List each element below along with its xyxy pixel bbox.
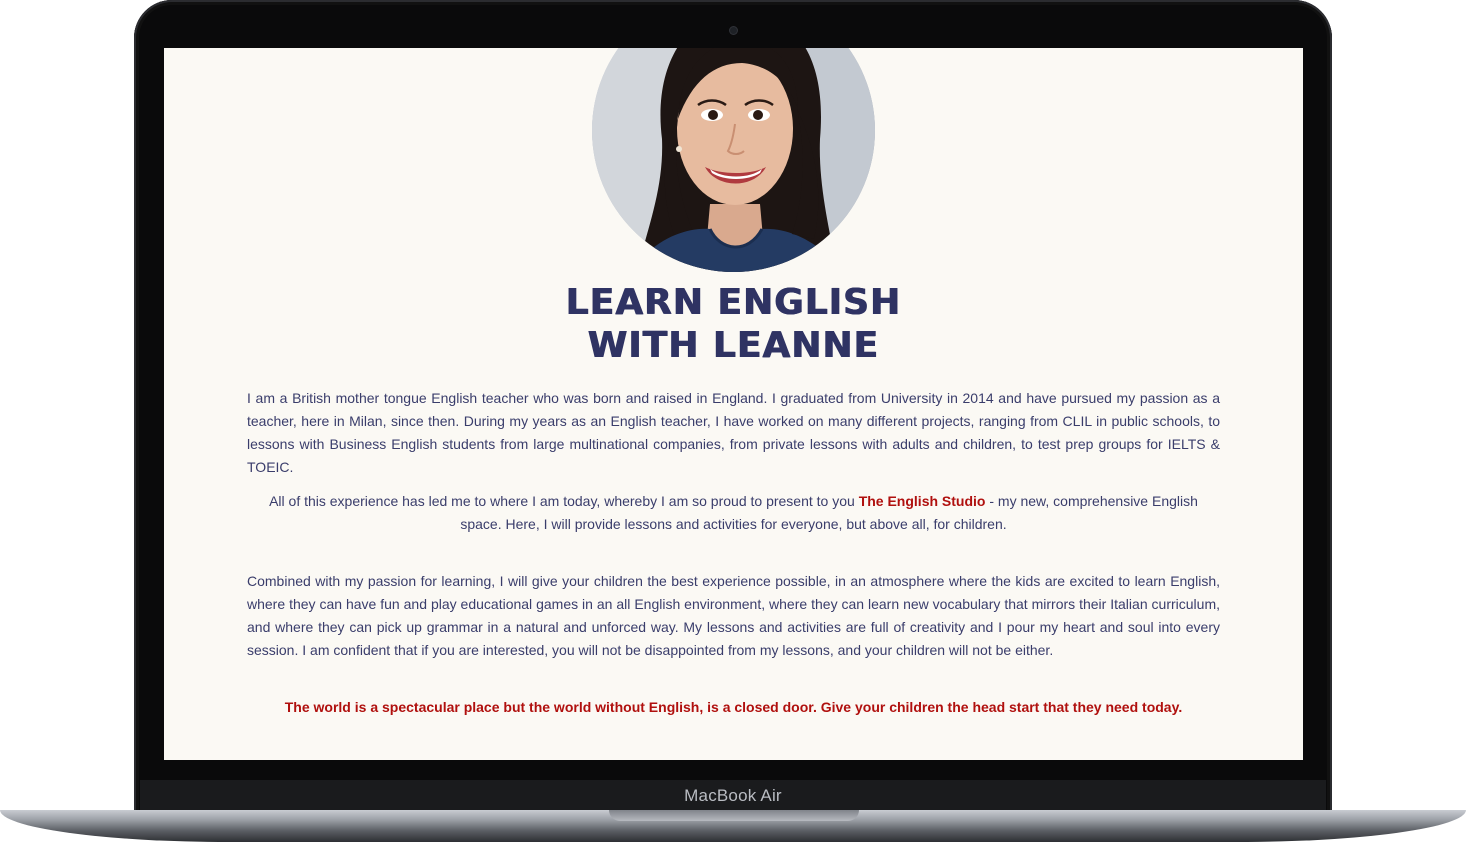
- studio-paragraph-before: All of this experience has led me to whe…: [269, 493, 859, 509]
- laptop-notch: [609, 810, 859, 821]
- page-title: LEARN ENGLISH WITH LEANNE: [164, 281, 1303, 367]
- intro-paragraph: I am a British mother tongue English tea…: [247, 390, 1220, 475]
- device-label: MacBook Air: [684, 786, 782, 805]
- title-line-1: LEARN ENGLISH: [565, 282, 902, 323]
- camera-icon: [730, 27, 737, 34]
- passion-paragraph: Combined with my passion for learning, I…: [247, 573, 1220, 658]
- title-line-2: WITH LEANNE: [587, 325, 880, 366]
- device-mockup: LEARN ENGLISH WITH LEANNE I am a British…: [0, 0, 1466, 842]
- profile-photo: [592, 48, 875, 272]
- studio-paragraph: All of this experience has led me to whe…: [247, 490, 1220, 536]
- web-page: LEARN ENGLISH WITH LEANNE I am a British…: [164, 48, 1303, 760]
- studio-name-link: The English Studio: [858, 493, 986, 509]
- portrait-image: [592, 48, 875, 272]
- closing-quote: The world is a spectacular place but the…: [284, 699, 1183, 715]
